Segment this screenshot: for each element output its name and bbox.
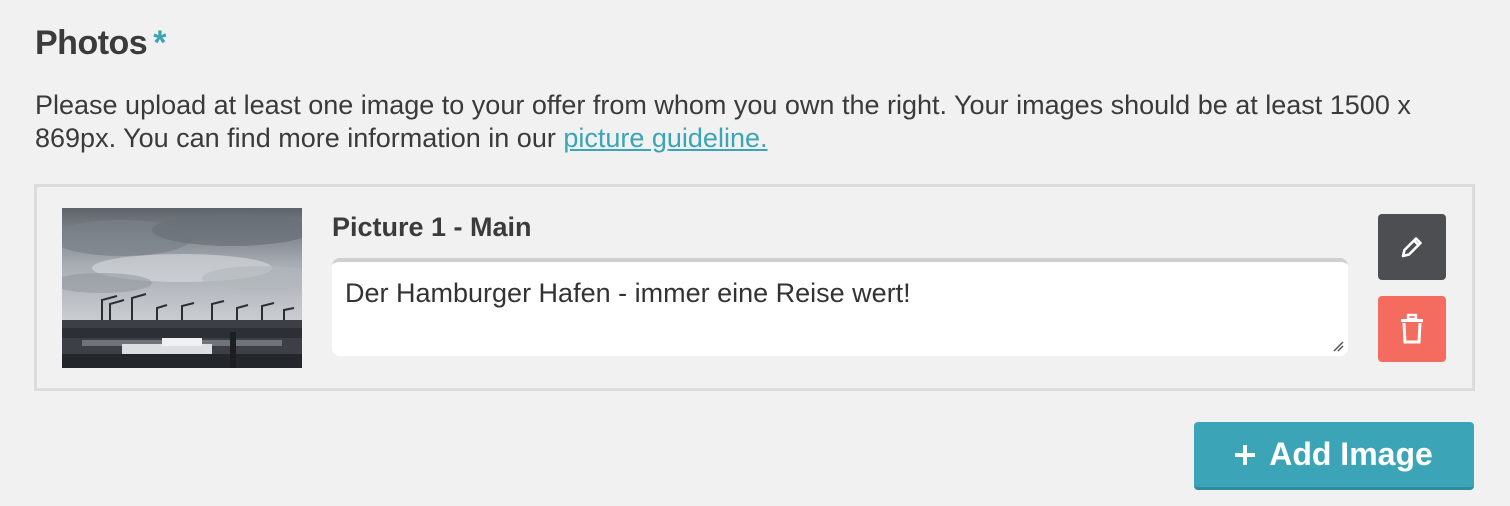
harbor-photo-image bbox=[62, 208, 302, 368]
add-image-label: Add Image bbox=[1269, 436, 1433, 472]
delete-button[interactable] bbox=[1378, 296, 1446, 362]
caption-value: Der Hamburger Hafen - immer eine Reise w… bbox=[345, 278, 911, 308]
picture-guideline-link[interactable]: picture guideline. bbox=[563, 123, 767, 153]
section-description: Please upload at least one image to your… bbox=[35, 89, 1475, 155]
section-title-text: Photos bbox=[35, 24, 148, 62]
caption-textarea[interactable]: Der Hamburger Hafen - immer eine Reise w… bbox=[332, 258, 1348, 356]
add-image-button[interactable]: Add Image bbox=[1194, 422, 1474, 490]
photo-item: Picture 1 - Main Der Hamburger Hafen - i… bbox=[34, 184, 1475, 391]
resize-handle-icon[interactable] bbox=[1332, 340, 1344, 352]
section-title: Photos * bbox=[35, 24, 166, 63]
edit-button[interactable] bbox=[1378, 214, 1446, 280]
trash-icon bbox=[1401, 313, 1423, 344]
picture-label: Picture 1 - Main bbox=[332, 212, 532, 242]
plus-icon bbox=[1235, 444, 1256, 465]
photo-thumbnail bbox=[62, 208, 302, 368]
pencil-icon bbox=[1401, 237, 1422, 258]
required-marker: * bbox=[153, 24, 166, 62]
